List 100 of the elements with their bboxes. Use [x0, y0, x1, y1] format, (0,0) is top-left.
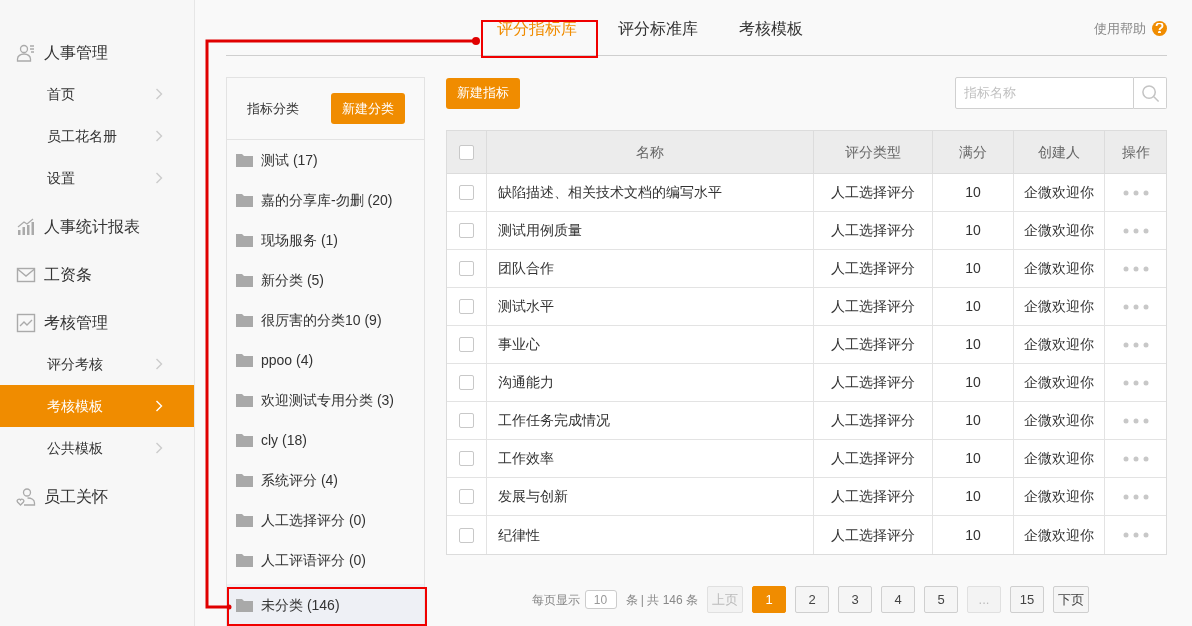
chevron-right-icon	[155, 358, 163, 370]
category-item[interactable]: 新分类 (5)	[227, 260, 424, 300]
folder-icon	[236, 393, 253, 407]
sidebar-group-title[interactable]: 员工关怀	[44, 485, 108, 509]
table-cell-text: 企微欢迎你	[1024, 373, 1094, 392]
sidebar-group-title[interactable]: 人事管理	[44, 41, 108, 65]
category-item[interactable]: 很厉害的分类10 (9)	[227, 300, 424, 340]
search-field[interactable]: 指标名称	[955, 77, 1134, 109]
folder-icon	[236, 153, 253, 167]
more-icon[interactable]	[1122, 455, 1149, 462]
folder-icon	[236, 233, 253, 247]
folder-icon	[236, 513, 253, 527]
tab[interactable]: 考核模板	[723, 17, 819, 55]
sidebar-group-title[interactable]: 人事统计报表	[44, 215, 140, 239]
folder-icon	[236, 473, 253, 487]
more-icon[interactable]	[1122, 493, 1149, 500]
table-cell-text: 人工选择评分	[831, 183, 915, 202]
more-icon[interactable]	[1122, 417, 1149, 424]
sidebar-group-title[interactable]: 工资条	[44, 263, 92, 287]
chevron-right-icon	[155, 400, 163, 412]
column-header: 操作	[1121, 142, 1150, 162]
page-button[interactable]: 4	[881, 586, 915, 613]
chevron-right-icon	[155, 88, 163, 100]
folder-icon	[236, 193, 253, 207]
category-item[interactable]: 现场服务 (1)	[227, 220, 424, 260]
category-item[interactable]: 测试 (17)	[227, 140, 424, 180]
more-icon[interactable]	[1122, 341, 1149, 348]
help-link[interactable]: 使用帮助	[1094, 18, 1146, 38]
folder-icon	[236, 313, 253, 327]
checkbox[interactable]	[459, 299, 474, 314]
table-cell-text: 企微欢迎你	[1024, 259, 1094, 278]
checkbox[interactable]	[459, 451, 474, 466]
category-item[interactable]: 系统评分 (4)	[227, 460, 424, 500]
more-icon[interactable]	[1122, 379, 1149, 386]
category-title: 指标分类	[247, 99, 299, 118]
checkbox[interactable]	[459, 261, 474, 276]
table-cell-text: 缺陷描述、相关技术文档的编写水平	[498, 183, 722, 202]
folder-icon	[236, 273, 253, 287]
checkbox[interactable]	[459, 489, 474, 504]
per-page-label: 每页显示	[531, 591, 580, 609]
table-cell-text: 企微欢迎你	[1024, 487, 1094, 506]
folder-icon	[236, 598, 253, 612]
line-chart-icon	[16, 313, 36, 333]
more-icon[interactable]	[1122, 227, 1149, 234]
column-header: 创建人	[1038, 142, 1080, 162]
more-icon[interactable]	[1122, 265, 1149, 272]
page-button[interactable]: 3	[838, 586, 872, 613]
table-cell-text: 人工选择评分	[831, 525, 915, 545]
table-cell-text: 人工选择评分	[831, 411, 915, 430]
table-cell-text: 纪律性	[498, 525, 540, 545]
bar-chart-icon	[16, 217, 36, 237]
checkbox[interactable]	[459, 223, 474, 238]
search-icon[interactable]	[1140, 83, 1160, 103]
table-cell-text: 工作效率	[498, 449, 554, 468]
total-count: 条 | 共 146 条	[625, 591, 698, 609]
category-item[interactable]: 欢迎测试专用分类 (3)	[227, 380, 424, 420]
folder-icon	[236, 553, 253, 567]
help-icon[interactable]	[1152, 20, 1167, 36]
sidebar-item[interactable]: 设置	[0, 157, 194, 199]
sidebar-item[interactable]: 公共模板	[0, 427, 194, 469]
category-item[interactable]: 未分类 (146)	[227, 584, 424, 626]
checkbox[interactable]	[459, 337, 474, 352]
table-cell-text: 企微欢迎你	[1024, 335, 1094, 354]
page-button[interactable]: 5	[924, 586, 958, 613]
sidebar-group-title[interactable]: 考核管理	[44, 311, 108, 335]
table-cell-text: 企微欢迎你	[1024, 221, 1094, 240]
page-button[interactable]: 2	[795, 586, 829, 613]
more-icon[interactable]	[1122, 189, 1149, 196]
checkbox[interactable]	[459, 413, 474, 428]
category-item[interactable]: ppoo (4)	[227, 340, 424, 380]
mail-icon	[16, 265, 36, 285]
person-icon	[16, 43, 36, 63]
chevron-right-icon	[155, 130, 163, 142]
chevron-right-icon	[155, 442, 163, 454]
sidebar-item[interactable]: 员工花名册	[0, 115, 194, 157]
more-icon[interactable]	[1122, 532, 1149, 538]
more-icon[interactable]	[1122, 303, 1149, 310]
folder-icon	[236, 353, 253, 367]
category-item[interactable]: 嘉的分享库-勿删 (20)	[227, 180, 424, 220]
column-header: 评分类型	[845, 142, 901, 162]
category-item[interactable]: 人工选择评分 (0)	[227, 500, 424, 540]
sidebar-item[interactable]: 评分考核	[0, 343, 194, 385]
checkbox[interactable]	[459, 185, 474, 200]
table-cell-text: 10	[965, 259, 981, 278]
table-cell-text: 团队合作	[498, 259, 554, 278]
page-button[interactable]: 下页	[1053, 586, 1089, 613]
checkbox[interactable]	[459, 527, 474, 543]
column-header: 名称	[636, 142, 664, 162]
table-cell-text: 人工选择评分	[831, 449, 915, 468]
category-item[interactable]: cly (18)	[227, 420, 424, 460]
page-button[interactable]: 15	[1010, 586, 1044, 613]
sidebar-item[interactable]: 首页	[0, 73, 194, 115]
person-heart-icon	[16, 487, 36, 507]
checkbox[interactable]	[459, 144, 474, 160]
table-cell-text: 测试水平	[498, 297, 554, 316]
search-button[interactable]	[1134, 77, 1167, 109]
checkbox[interactable]	[459, 375, 474, 390]
tab[interactable]: 评分标准库	[602, 17, 714, 55]
table-cell-text: 10	[965, 373, 981, 392]
category-item[interactable]: 人工评语评分 (0)	[227, 540, 424, 580]
